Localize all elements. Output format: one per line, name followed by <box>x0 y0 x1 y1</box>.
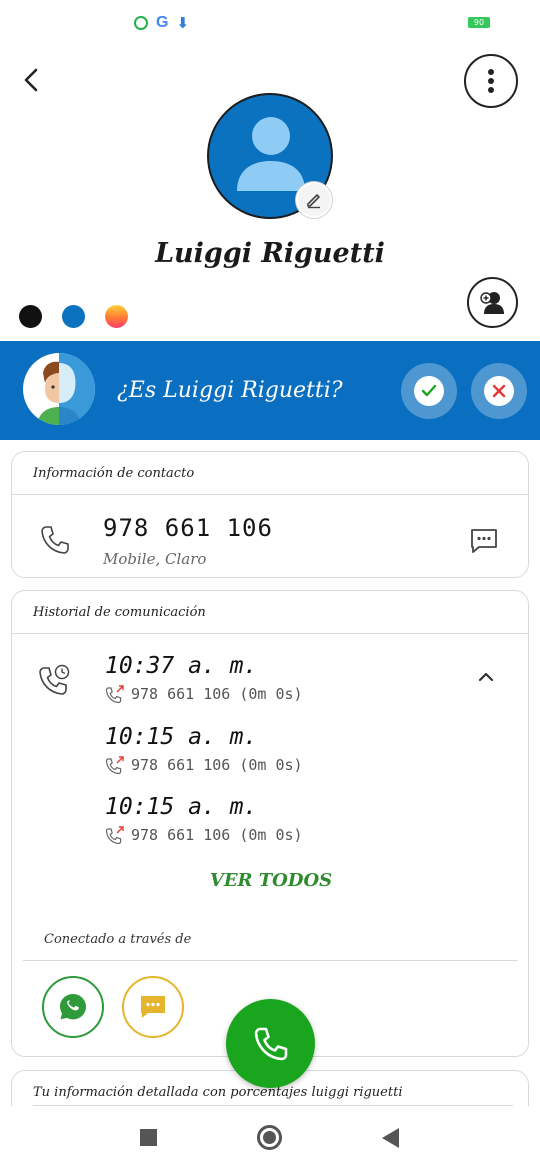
more-vertical-icon <box>488 69 494 93</box>
call-detail: 978 661 106 (0m 0s) <box>105 826 303 844</box>
add-contact-button[interactable] <box>467 277 518 328</box>
message-icon <box>471 529 497 553</box>
missed-call-icon <box>105 685 124 703</box>
download-icon: ⬇ <box>176 14 190 32</box>
whatsapp-icon <box>60 994 86 1020</box>
connected-via-label: Conectado a través de <box>44 932 192 947</box>
send-message-button[interactable] <box>468 526 500 556</box>
call-time: 10:15 a. m. <box>105 724 258 750</box>
missed-call-icon <box>105 826 124 844</box>
theme-color-picker <box>19 305 128 328</box>
history-title: Historial de comunicación <box>12 591 528 634</box>
call-history-icon <box>38 663 74 703</box>
phone-icon <box>254 1027 287 1060</box>
call-history-item[interactable]: 10:15 a. m. 978 661 106 (0m 0s) <box>105 794 303 844</box>
battery-indicator: 90 <box>468 17 490 28</box>
caller-illustration <box>23 353 95 425</box>
contact-info-title: Información de contacto <box>12 452 528 495</box>
whatsapp-button[interactable] <box>42 976 104 1038</box>
call-button[interactable] <box>226 999 315 1088</box>
home-button[interactable] <box>257 1125 282 1150</box>
call-number-duration: 978 661 106 (0m 0s) <box>131 756 303 774</box>
phone-carrier: Mobile, Claro <box>103 550 207 568</box>
add-person-icon <box>479 291 504 314</box>
call-detail: 978 661 106 (0m 0s) <box>105 756 303 774</box>
system-back-button[interactable] <box>382 1128 399 1148</box>
google-icon: G <box>156 14 169 31</box>
close-icon <box>492 384 506 398</box>
contact-info-card: Información de contacto 978 661 106 Mobi… <box>11 451 529 578</box>
call-history-item[interactable]: 10:15 a. m. 978 661 106 (0m 0s) <box>105 724 303 774</box>
missed-call-icon <box>105 756 124 774</box>
edit-avatar-button[interactable] <box>296 182 332 218</box>
call-number-duration: 978 661 106 (0m 0s) <box>131 826 303 844</box>
phone-icon <box>38 523 72 561</box>
pencil-icon <box>307 194 320 209</box>
detailed-info-title: Tu información detallada con porcentajes… <box>33 1085 403 1100</box>
navigation-bar <box>0 1106 540 1170</box>
call-history-item[interactable]: 10:37 a. m. 978 661 106 (0m 0s) <box>105 653 303 703</box>
color-option-blue[interactable] <box>62 305 85 328</box>
call-number-duration: 978 661 106 (0m 0s) <box>131 685 303 703</box>
call-time: 10:15 a. m. <box>105 794 258 820</box>
phone-number[interactable]: 978 661 106 <box>103 514 273 542</box>
confirm-identity-button[interactable] <box>401 363 457 419</box>
color-option-gradient[interactable] <box>105 305 128 328</box>
recents-button[interactable] <box>140 1129 157 1146</box>
contact-name: Luiggi Riguetti <box>155 238 385 269</box>
communication-history-card: Historial de comunicación 10:37 a. m. 97… <box>11 590 529 1057</box>
view-all-link[interactable]: VER TODOS <box>12 870 530 891</box>
chat-icon <box>141 996 165 1018</box>
chevron-up-icon <box>478 672 494 682</box>
check-icon <box>421 384 437 397</box>
more-options-button[interactable] <box>464 54 518 108</box>
reject-identity-button[interactable] <box>471 363 527 419</box>
person-illustration-icon <box>37 353 95 425</box>
divider <box>23 960 518 961</box>
status-icons: G ⬇ <box>134 14 189 32</box>
back-arrow-icon <box>24 68 38 92</box>
identity-question: ¿Es Luiggi Riguetti? <box>117 378 343 403</box>
back-button[interactable] <box>14 62 48 98</box>
identity-banner: ¿Es Luiggi Riguetti? <box>0 341 540 440</box>
status-bar: G ⬇ 90 <box>0 0 540 44</box>
call-time: 10:37 a. m. <box>105 653 258 679</box>
color-option-black[interactable] <box>19 305 42 328</box>
sms-button[interactable] <box>122 976 184 1038</box>
collapse-history-button[interactable] <box>474 667 498 687</box>
call-detail: 978 661 106 (0m 0s) <box>105 685 303 703</box>
whatsapp-icon <box>134 16 148 30</box>
